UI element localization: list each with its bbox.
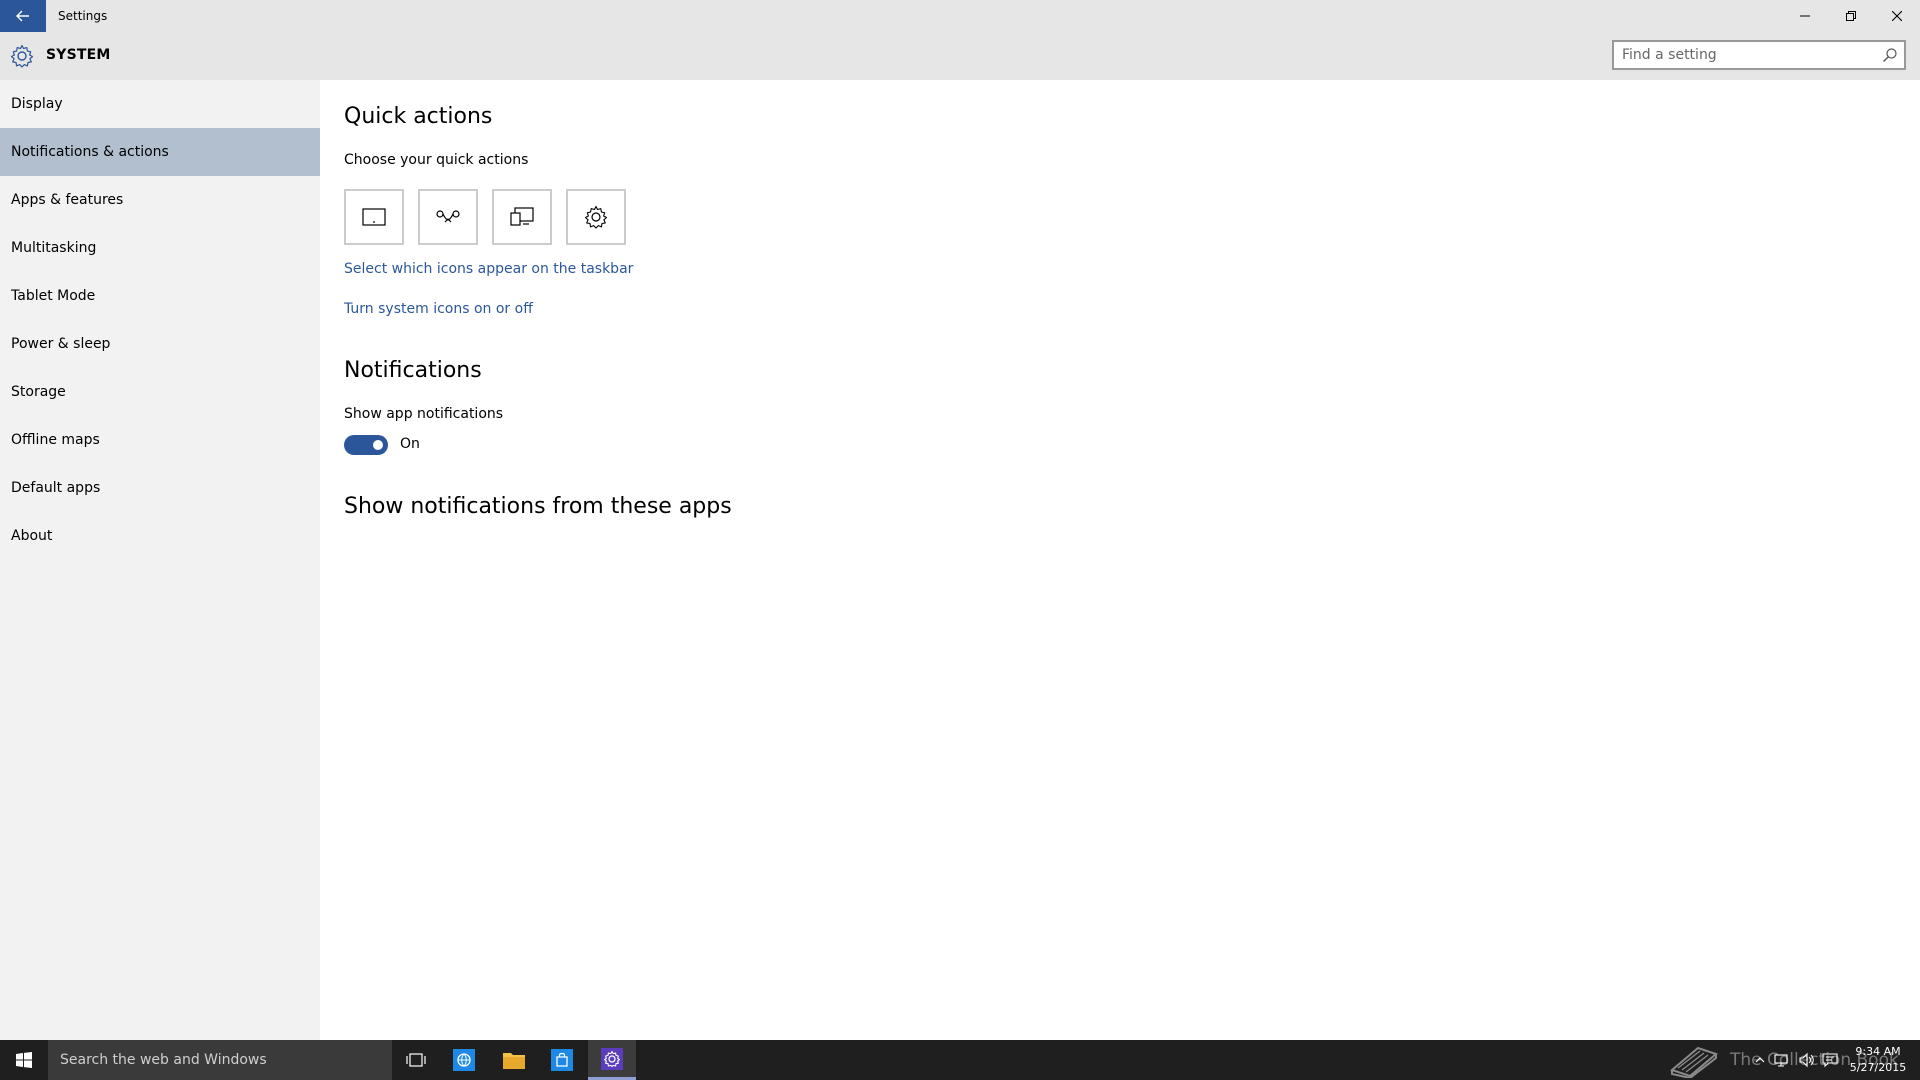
app-title: Settings	[58, 9, 108, 23]
taskbar-search-box[interactable]: Search the web and Windows	[48, 1040, 392, 1080]
back-arrow-icon	[16, 10, 29, 22]
network-icon[interactable]	[1774, 1052, 1790, 1068]
task-view-button[interactable]	[392, 1040, 440, 1080]
task-view-icon	[406, 1053, 426, 1067]
show-app-notifications-label: Show app notifications	[344, 406, 504, 422]
taskbar: Search the web and Windows The Collectio…	[0, 1040, 1920, 1080]
store-icon	[551, 1049, 573, 1071]
restore-button[interactable]	[1828, 0, 1874, 32]
sidebar: Display Notifications & actions Apps & f…	[0, 80, 320, 1040]
sidebar-item-display[interactable]: Display	[0, 80, 320, 128]
volume-icon[interactable]	[1798, 1052, 1814, 1068]
sidebar-item-power-sleep[interactable]: Power & sleep	[0, 320, 320, 368]
toggle-state-label: On	[400, 436, 420, 452]
project-icon	[510, 207, 534, 226]
settings-gear-icon	[584, 205, 608, 229]
taskbar-store-button[interactable]	[538, 1040, 586, 1080]
window-controls	[1782, 0, 1920, 32]
sidebar-item-about[interactable]: About	[0, 512, 320, 560]
restore-icon	[1846, 11, 1856, 21]
sidebar-item-default-apps[interactable]: Default apps	[0, 464, 320, 512]
notifications-heading: Notifications	[344, 358, 482, 383]
back-button[interactable]	[0, 0, 46, 32]
show-app-notifications-toggle[interactable]	[344, 435, 388, 455]
minimize-button[interactable]	[1782, 0, 1828, 32]
quick-action-tile-connect[interactable]	[418, 189, 478, 245]
main-content: Quick actions Choose your quick actions …	[344, 80, 1904, 1040]
sidebar-item-storage[interactable]: Storage	[0, 368, 320, 416]
chevron-up-icon[interactable]	[1752, 1052, 1768, 1068]
tablet-mode-icon	[362, 208, 386, 226]
title-bar: Settings	[0, 0, 1920, 32]
sidebar-item-multitasking[interactable]: Multitasking	[0, 224, 320, 272]
apps-notifications-heading: Show notifications from these apps	[344, 494, 732, 519]
taskbar-browser-button[interactable]	[440, 1040, 488, 1080]
quick-action-tile-all-settings[interactable]	[566, 189, 626, 245]
page-title: SYSTEM	[46, 47, 111, 63]
search-box[interactable]	[1612, 40, 1906, 70]
taskbar-clock[interactable]: 9:34 AM 5/27/2015	[1848, 1044, 1908, 1076]
sidebar-item-tablet-mode[interactable]: Tablet Mode	[0, 272, 320, 320]
gear-icon	[10, 44, 34, 68]
clock-time: 9:34 AM	[1855, 1045, 1901, 1058]
taskbar-settings-button[interactable]	[588, 1040, 636, 1080]
quick-actions-heading: Quick actions	[344, 104, 493, 129]
minimize-icon	[1800, 15, 1810, 17]
sidebar-item-offline-maps[interactable]: Offline maps	[0, 416, 320, 464]
book-logo-icon	[1669, 1046, 1719, 1078]
close-button[interactable]	[1874, 0, 1920, 32]
close-icon	[1892, 11, 1902, 21]
action-center-icon[interactable]	[1822, 1052, 1838, 1068]
windows-logo-icon	[16, 1052, 32, 1068]
settings-header: SYSTEM	[0, 32, 1920, 80]
toggle-knob	[373, 440, 383, 450]
browser-icon	[453, 1049, 475, 1071]
quick-action-tile-tablet-mode[interactable]	[344, 189, 404, 245]
settings-gear-icon	[601, 1047, 623, 1070]
taskbar-file-explorer-button[interactable]	[490, 1040, 538, 1080]
system-icons-link[interactable]: Turn system icons on or off	[344, 301, 533, 317]
start-button[interactable]	[0, 1040, 48, 1080]
sidebar-item-apps-features[interactable]: Apps & features	[0, 176, 320, 224]
search-icon[interactable]	[1882, 47, 1898, 63]
clock-date: 5/27/2015	[1849, 1061, 1907, 1074]
sidebar-item-notifications-actions[interactable]: Notifications & actions	[0, 128, 320, 176]
quick-action-tile-project[interactable]	[492, 189, 552, 245]
connect-icon	[436, 210, 460, 223]
search-input[interactable]	[1614, 42, 1880, 68]
folder-icon	[503, 1053, 525, 1069]
taskbar-icons-link[interactable]: Select which icons appear on the taskbar	[344, 261, 633, 277]
quick-actions-subtitle: Choose your quick actions	[344, 152, 529, 168]
